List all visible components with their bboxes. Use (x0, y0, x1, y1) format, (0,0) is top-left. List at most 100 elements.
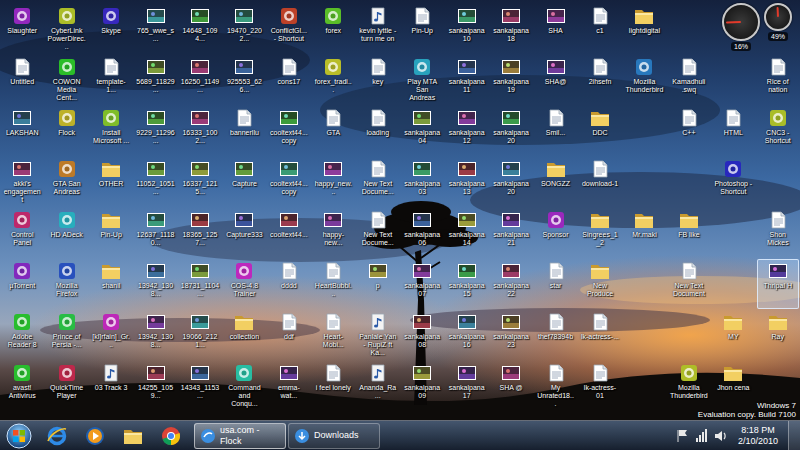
photo-icon[interactable] (546, 7, 566, 25)
icon-label[interactable]: 14255_1059... (136, 384, 174, 400)
icon-label[interactable]: GTA (314, 129, 352, 137)
icon-label[interactable]: Kamadhuli .swq (670, 78, 708, 94)
doc-icon[interactable] (768, 211, 788, 229)
icon-label[interactable]: cons17 (270, 78, 308, 86)
clock-date[interactable]: 2/10/2010 (738, 436, 778, 447)
volume-icon[interactable] (713, 428, 728, 443)
app-icon[interactable] (12, 364, 32, 382)
photo-icon[interactable] (146, 364, 166, 382)
icon-label[interactable]: sankalpana 09 (403, 384, 441, 400)
doc-icon[interactable] (323, 364, 343, 382)
app-icon[interactable] (57, 7, 77, 25)
app-icon[interactable] (12, 211, 32, 229)
icon-label[interactable]: sankalpana 12 (447, 129, 485, 145)
app-icon[interactable] (234, 262, 254, 280)
flag-icon[interactable] (675, 428, 690, 443)
desktop-icon[interactable]: MY (712, 310, 754, 360)
task-label[interactable]: Downloads (314, 430, 359, 441)
doc-icon[interactable] (412, 7, 432, 25)
icon-label[interactable]: Capture333 (225, 231, 263, 239)
desktop-icon[interactable]: 13942_1308... (134, 259, 176, 309)
desktop-icon[interactable]: Flock (45, 106, 87, 156)
icon-label[interactable]: sankalpana 13 (447, 180, 485, 196)
desktop-icon[interactable]: Prince of Persia -... (45, 310, 87, 360)
doc-icon[interactable] (279, 58, 299, 76)
desktop-icon[interactable]: Jhon cena (712, 361, 754, 411)
desktop-icon[interactable]: 765_wwe_s... (134, 4, 176, 54)
desktop-icon[interactable]: sankalpana 12 (445, 106, 487, 156)
desktop-icon[interactable]: Ray (757, 310, 799, 360)
desktop-icon[interactable]: 19066_2121... (179, 310, 221, 360)
desktop-icon[interactable]: ddf (268, 310, 310, 360)
desktop-icon[interactable]: 14255_1059... (134, 361, 176, 411)
icon-label[interactable]: Pin-Up (403, 27, 441, 35)
desktop-icon[interactable]: SHA@ (534, 55, 576, 105)
icon-label[interactable]: Thripal H (759, 282, 797, 290)
desktop-icon[interactable]: Skype (90, 4, 132, 54)
desktop-icon[interactable]: SHA (534, 4, 576, 54)
photo-icon[interactable] (12, 160, 32, 178)
icon-label[interactable]: µTorrent (3, 282, 41, 290)
doc-icon[interactable] (768, 58, 788, 76)
icon-label[interactable]: sankalpana 11 (447, 78, 485, 94)
doc-icon[interactable] (679, 109, 699, 127)
photo-icon[interactable] (457, 364, 477, 382)
icon-label[interactable]: 19066_2121... (181, 333, 219, 349)
desktop-icon[interactable]: 12637_11180... (134, 208, 176, 258)
desktop-icon[interactable]: 14648_1094... (179, 4, 221, 54)
icon-label[interactable]: lk-actress-01 (581, 384, 619, 400)
icon-label[interactable]: QuickTime Player (47, 384, 85, 400)
icon-label[interactable]: FB like (670, 231, 708, 239)
desktop-icon[interactable]: µTorrent (1, 259, 43, 309)
icon-label[interactable]: HTML (714, 129, 752, 137)
audio-icon[interactable] (101, 364, 121, 382)
desktop-icon[interactable]: 925553_626... (223, 55, 265, 105)
icon-label[interactable]: LAKSHAN (3, 129, 41, 137)
folder-icon[interactable] (590, 211, 610, 229)
icon-label[interactable]: Command and Conqu... (225, 384, 263, 408)
audio-icon[interactable] (368, 313, 388, 331)
desktop-icon[interactable]: Panlale Yan - RupiZ ft Ka... (357, 310, 399, 360)
photo-icon[interactable] (546, 58, 566, 76)
desktop-icon[interactable]: template-1... (90, 55, 132, 105)
desktop-icon[interactable]: CyberLink PowerDirec... (45, 4, 87, 54)
photo-icon[interactable] (146, 313, 166, 331)
photo-icon[interactable] (190, 364, 210, 382)
icon-label[interactable]: 03 Track 3 (92, 384, 130, 392)
desktop-icon[interactable]: Slaughter (1, 4, 43, 54)
icon-label[interactable]: 14343_1153... (181, 384, 219, 400)
desktop-icon[interactable]: 9229_11296... (134, 106, 176, 156)
photo-icon[interactable] (12, 109, 32, 127)
desktop-icon[interactable]: Smil... (534, 106, 576, 156)
desktop-icon[interactable]: Heart-Mobi... (312, 310, 354, 360)
doc-icon[interactable] (368, 109, 388, 127)
desktop-icon[interactable]: shanil (90, 259, 132, 309)
desktop-icon[interactable]: p (357, 259, 399, 309)
icon-label[interactable]: forex (314, 27, 352, 35)
desktop-icon[interactable]: forex_tradi... (312, 55, 354, 105)
desktop-icon[interactable]: HTML (712, 106, 754, 156)
doc-icon[interactable] (590, 313, 610, 331)
icon-label[interactable]: SONGZZ (536, 180, 574, 188)
photo-icon[interactable] (190, 160, 210, 178)
pinned-app[interactable] (114, 422, 152, 450)
icon-label[interactable]: Mozilla Thunderbird (670, 384, 708, 400)
desktop-icon[interactable]: sankalpana 15 (445, 259, 487, 309)
icon-label[interactable]: loading (359, 129, 397, 137)
desktop-icon[interactable]: DDC (579, 106, 621, 156)
taskbar[interactable]: usa.com - FlockDownloads 8:18 PM2/10/201… (0, 420, 800, 450)
icon-label[interactable]: sankalpana 08 (403, 333, 441, 349)
desktop-icon[interactable]: GTA San Andreas (45, 157, 87, 207)
start-button[interactable] (0, 421, 38, 450)
icon-label[interactable]: Untitled (3, 78, 41, 86)
desktop-icon[interactable]: sankalpana 20 (490, 106, 532, 156)
desktop-icon[interactable]: 18731_1104... (179, 259, 221, 309)
icon-label[interactable]: HeartBubbl... (314, 282, 352, 298)
folder-icon[interactable] (101, 160, 121, 178)
icon-label[interactable]: Photoshop - Shortcut (714, 180, 752, 196)
desktop-icon[interactable]: sankalpana 10 (445, 4, 487, 54)
desktop-icon[interactable]: thef78394b (534, 310, 576, 360)
doc-icon[interactable] (546, 109, 566, 127)
desktop-icon[interactable]: 11052_1051... (134, 157, 176, 207)
icon-label[interactable]: OTHER (92, 180, 130, 188)
